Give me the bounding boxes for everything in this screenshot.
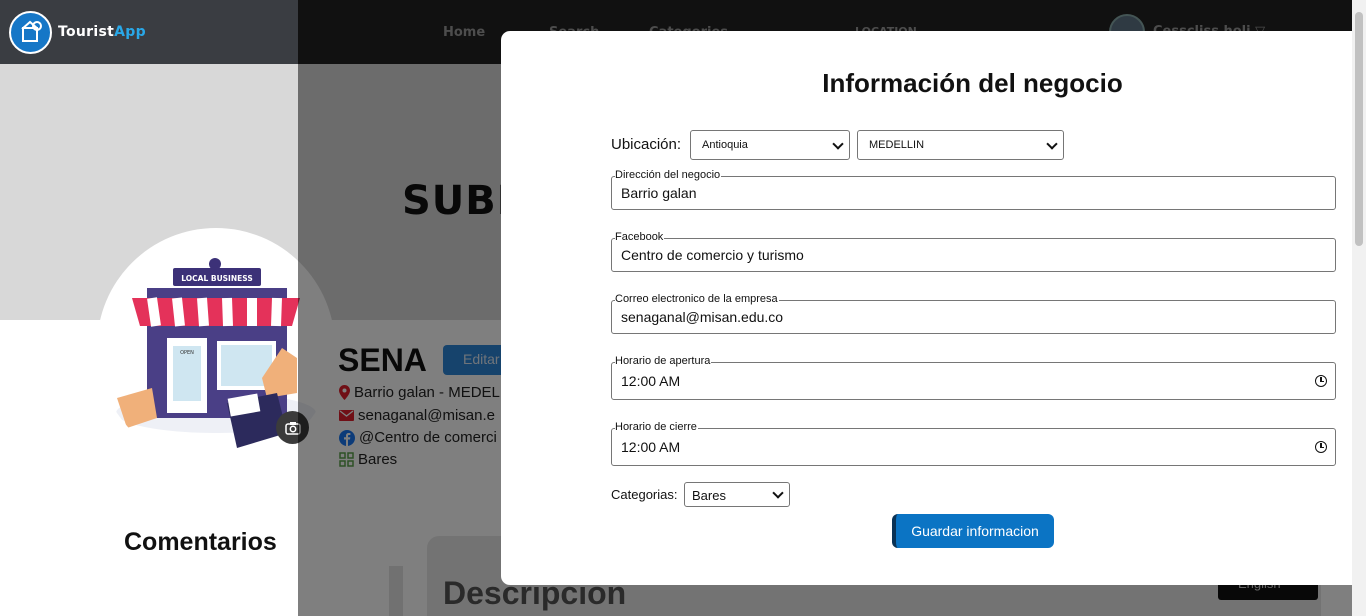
close-time-field[interactable]: Horario de cierre 12:00 AM — [611, 421, 1336, 466]
address-field-label: Dirección del negocio — [615, 169, 722, 182]
logo-icon — [9, 10, 52, 54]
clock-icon[interactable] — [1315, 375, 1327, 387]
chevron-down-icon — [1046, 138, 1058, 150]
city-selected-value: MEDELLIN — [869, 139, 925, 151]
category-selected-value: Bares — [692, 488, 726, 503]
email-field-label: Correo electronico de la empresa — [615, 293, 779, 306]
save-info-button[interactable]: Guardar informacion — [892, 514, 1054, 548]
address-field-value: Barrio galan — [621, 185, 697, 201]
door-sign-text: OPEN — [180, 350, 194, 356]
category-label: Categorias: — [611, 487, 678, 502]
facebook-field-label: Facebook — [615, 231, 665, 244]
facebook-field[interactable]: Facebook Centro de comercio y turismo — [611, 231, 1336, 272]
category-select[interactable]: Bares — [684, 482, 790, 507]
open-time-field-label: Horario de apertura — [615, 355, 712, 368]
city-select[interactable]: MEDELLIN — [857, 130, 1064, 160]
close-time-field-value: 12:00 AM — [621, 439, 681, 455]
chevron-down-icon — [832, 138, 844, 150]
open-time-field-value: 12:00 AM — [621, 373, 681, 389]
close-time-field-label: Horario de cierre — [615, 421, 698, 434]
business-info-modal: Información del negocio Ubicación: Antio… — [501, 31, 1352, 585]
email-field[interactable]: Correo electronico de la empresa senagan… — [611, 293, 1336, 334]
comments-heading: Comentarios — [124, 528, 277, 556]
department-select[interactable]: Antioquia — [690, 130, 850, 160]
logo[interactable]: TouristApp — [0, 0, 298, 64]
shop-sign-text: LOCAL BUSINESS — [181, 274, 252, 283]
modal-title: Información del negocio — [822, 68, 1123, 98]
location-label: Ubicación: — [611, 136, 682, 153]
chevron-down-icon — [772, 487, 784, 499]
page-scrollbar-thumb[interactable] — [1355, 12, 1363, 246]
address-field[interactable]: Dirección del negocio Barrio galan — [611, 169, 1336, 210]
clock-icon[interactable] — [1315, 441, 1327, 453]
open-time-field[interactable]: Horario de apertura 12:00 AM — [611, 355, 1336, 400]
logo-text: TouristApp — [58, 24, 146, 40]
department-selected-value: Antioquia — [702, 139, 748, 151]
facebook-field-value: Centro de comercio y turismo — [621, 247, 804, 263]
email-field-value: senaganal@misan.edu.co — [621, 309, 784, 325]
